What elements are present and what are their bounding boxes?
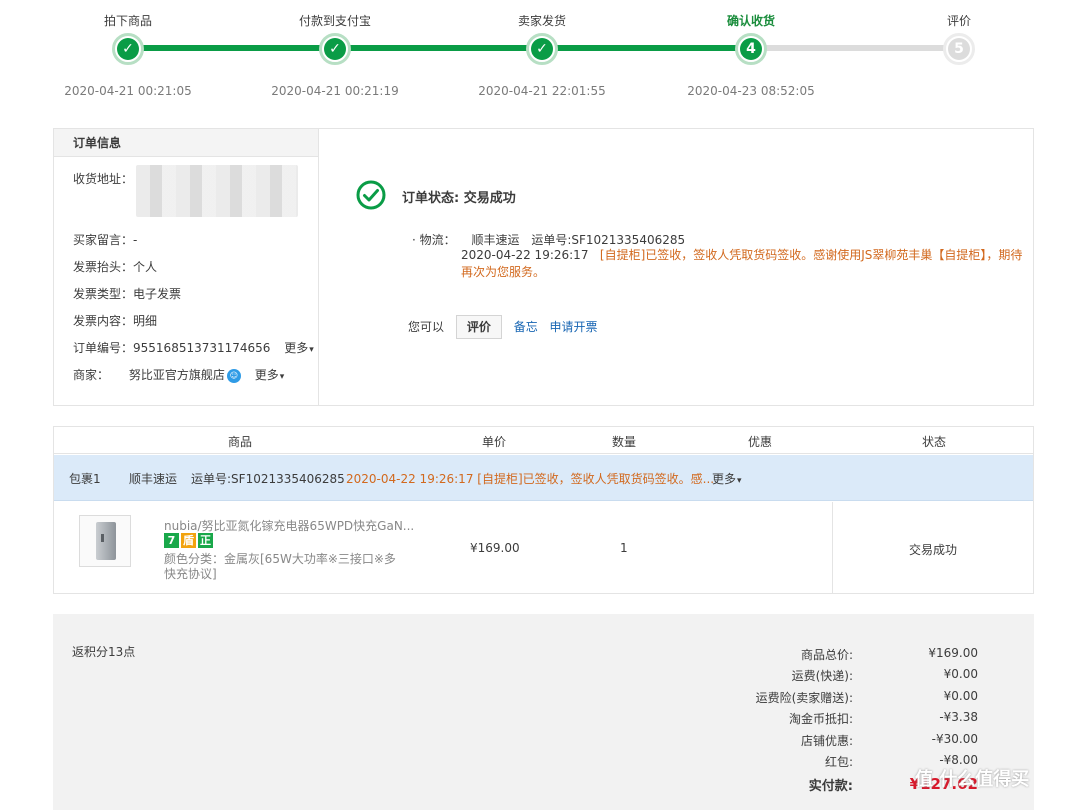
invoice-type-row: 发票类型：电子发票 (73, 287, 182, 301)
summary-row-shop-discount: 店铺优惠: -¥30.00 (800, 732, 978, 748)
merchant-more-dropdown[interactable]: 更多 (255, 368, 285, 382)
order-info-column: 订单信息 收货地址： 买家留言：- 发票抬头：个人 发票类型：电子发票 发票内容… (54, 129, 319, 405)
progress-line-pending (752, 45, 959, 51)
header-discount: 优惠 (748, 435, 773, 449)
status-cell: 交易成功 (832, 502, 1033, 593)
check-icon: ✓ (526, 33, 558, 65)
package-carrier: 顺丰速运 (129, 472, 178, 486)
logistics-line: · 物流： 顺丰速运 运单号:SF1021335406285 (412, 233, 686, 247)
summary-row-shipping-insurance: 运费险(卖家赠送): ¥0.00 (755, 689, 978, 705)
memo-link[interactable]: 备忘 (514, 320, 538, 334)
order-status-column: 订单状态: 交易成功 · 物流： 顺丰速运 运单号:SF102133540628… (320, 129, 1033, 405)
step-time: 2020-04-23 08:52:05 (687, 84, 815, 98)
order-info-panel: 订单信息 收货地址： 买家留言：- 发票抬头：个人 发票类型：电子发票 发票内容… (53, 128, 1034, 406)
step-number-icon: 5 (943, 33, 975, 65)
carrier-name: 顺丰速运 (471, 233, 520, 247)
merchant-name[interactable]: 努比亚官方旗舰店 (129, 368, 225, 382)
summary-row-coins: 淘金币抵扣: -¥3.38 (788, 710, 978, 726)
order-status-title: 订单状态: 交易成功 (402, 191, 516, 206)
package-more-dropdown[interactable]: 更多 (712, 470, 742, 487)
invoice-title-row: 发票抬头：个人 (73, 260, 158, 274)
product-thumbnail[interactable] (79, 515, 131, 567)
order-number-row: 订单编号：955168513731174656 更多 (73, 339, 314, 356)
step-time: 2020-04-21 00:21:19 (271, 84, 399, 98)
buyer-message-row: 买家留言：- (73, 233, 138, 247)
check-icon: ✓ (319, 33, 351, 65)
table-row: nubia/努比亚氮化镓充电器65WPD快充GaN... 7盾正 颜色分类：金属… (54, 502, 1033, 593)
logistics-detail: 2020-04-22 19:26:17 [自提柜]已签收，签收人凭取货码签收。感… (461, 247, 1027, 281)
unit-price: ¥169.00 (470, 541, 520, 555)
invoice-content-row: 发票内容：明细 (73, 314, 158, 328)
seven-day-return-icon[interactable]: 7 (164, 533, 179, 548)
step-time: 2020-04-21 22:01:55 (478, 84, 606, 98)
genuine-icon[interactable]: 正 (198, 533, 213, 548)
header-status: 状态 (922, 435, 947, 449)
step-time: 2020-04-21 00:21:05 (64, 84, 192, 98)
order-progress: 拍下商品 ✓ 2020-04-21 00:21:05 付款到支付宝 ✓ 2020… (0, 0, 1080, 110)
order-info-heading: 订单信息 (54, 129, 318, 157)
quantity: 1 (620, 541, 628, 555)
step-label: 卖家发货 (517, 14, 566, 28)
address-redacted (136, 165, 298, 217)
waybill-number: 运单号:SF1021335406285 (531, 233, 686, 247)
success-check-icon (356, 180, 386, 210)
order-more-dropdown[interactable]: 更多 (284, 341, 314, 355)
service-badges: 7盾正 (164, 533, 215, 548)
header-price: 单价 (482, 435, 507, 449)
watermark-logo: 值 什么值得买 (915, 769, 1030, 790)
address-row: 收货地址： (73, 172, 134, 186)
trade-status: 交易成功 (908, 543, 957, 557)
step-number-icon: 4 (735, 33, 767, 65)
wangwang-chat-icon[interactable]: ☺ (226, 368, 241, 383)
merchant-row: 商家： 努比亚官方旗舰店 ☺ 更多 (73, 366, 284, 383)
goods-table: 商品 单价 数量 优惠 状态 包裹1 顺丰速运 运单号:SF1021335406… (53, 426, 1034, 594)
goods-table-header: 商品 单价 数量 优惠 状态 (54, 427, 1033, 454)
step-label: 拍下商品 (103, 14, 152, 28)
product-title-link[interactable]: nubia/努比亚氮化镓充电器65WPD快充GaN... (164, 517, 414, 534)
progress-line-done (128, 45, 752, 51)
header-goods: 商品 (228, 435, 253, 449)
summary-row-subtotal: 商品总价: ¥169.00 (800, 646, 978, 662)
header-qty: 数量 (612, 435, 637, 449)
logistics-time: 2020-04-22 19:26:17 (461, 248, 589, 262)
order-actions: 您可以 评价 备忘 申请开票 (408, 315, 598, 339)
shield-icon[interactable]: 盾 (181, 533, 196, 548)
summary-row-shipping: 运费(快递): ¥0.00 (791, 667, 978, 683)
step-label: 评价 (946, 14, 971, 28)
package-row: 包裹1 顺丰速运 运单号:SF1021335406285 2020-04-22 … (54, 455, 1033, 501)
step-label: 付款到支付宝 (298, 14, 371, 28)
package-waybill: 运单号:SF1021335406285 (191, 472, 345, 486)
package-name: 包裹1 (69, 472, 101, 486)
product-spec: 颜色分类：金属灰[65W大功率※三接口※多快充协议] (164, 552, 396, 581)
check-icon: ✓ (112, 33, 144, 65)
price-summary: 返积分13点 商品总价: ¥169.00 运费(快递): ¥0.00 运费险(卖家赠… (53, 614, 1034, 810)
points-reward: 返积分13点 (72, 645, 136, 659)
step-label: 确认收货 (726, 14, 775, 28)
apply-invoice-link[interactable]: 申请开票 (550, 320, 598, 334)
package-log: 2020-04-22 19:26:17 [自提柜]已签收，签收人凭取货码签收。感… (346, 472, 715, 486)
review-button[interactable]: 评价 (455, 315, 502, 339)
